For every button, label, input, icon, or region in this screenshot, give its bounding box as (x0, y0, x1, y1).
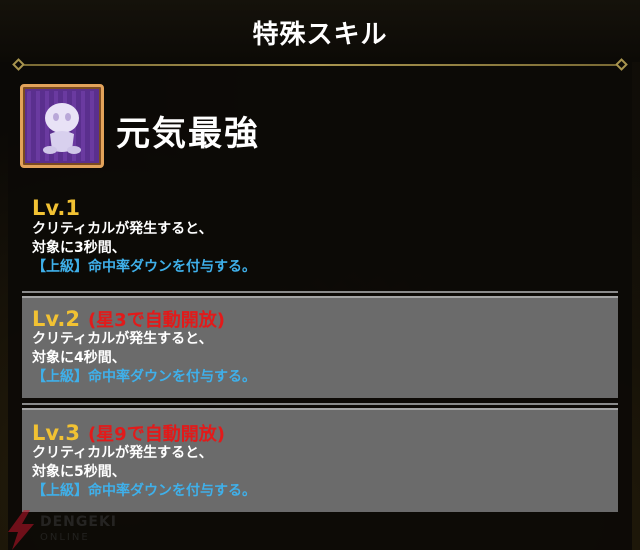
skill-level-2: Lv.2 (星3で自動開放) クリティカルが発生すると、 対象に4秒間、 【上級… (22, 296, 618, 398)
level-description-line: 対象に4秒間、 (32, 350, 126, 366)
title-bar: 特殊スキル (0, 0, 640, 62)
level-label: Lv.2 (32, 307, 80, 331)
level-description-line: 対象に5秒間、 (32, 464, 126, 480)
unlock-condition: (星3で自動開放) (87, 310, 225, 331)
chibi-figure-icon (43, 103, 81, 154)
level-description-line: 対象に3秒間、 (32, 240, 126, 256)
level-description-line: クリティカルが発生すると、 (32, 221, 213, 237)
level-divider (22, 291, 618, 293)
skill-level-1: Lv.1 クリティカルが発生すると、 対象に3秒間、 【上級】命中率ダウンを付与… (22, 196, 618, 277)
level-description-line: クリティカルが発生すると、 (32, 331, 213, 347)
level-effect-line: 【上級】命中率ダウンを付与する。 (32, 369, 256, 385)
watermark-brand: DENGEKI (40, 514, 118, 530)
lightning-icon (8, 510, 34, 550)
level-effect-line: 【上級】命中率ダウンを付与する。 (32, 259, 256, 275)
unlock-condition: (星9で自動開放) (87, 424, 225, 445)
level-label: Lv.3 (32, 421, 80, 445)
level-label: Lv.1 (32, 196, 80, 220)
skill-icon (20, 84, 104, 168)
watermark-logo: DENGEKI ONLINE (4, 510, 124, 550)
skill-level-3: Lv.3 (星9で自動開放) クリティカルが発生すると、 対象に5秒間、 【上級… (22, 408, 618, 512)
skill-name: 元気最強 (116, 114, 260, 154)
title-divider (12, 58, 628, 71)
watermark-sub: ONLINE (40, 532, 90, 543)
level-effect-line: 【上級】命中率ダウンを付与する。 (32, 483, 256, 499)
level-divider (22, 403, 618, 405)
page-title: 特殊スキル (252, 20, 388, 50)
level-description-line: クリティカルが発生すると、 (32, 445, 213, 461)
